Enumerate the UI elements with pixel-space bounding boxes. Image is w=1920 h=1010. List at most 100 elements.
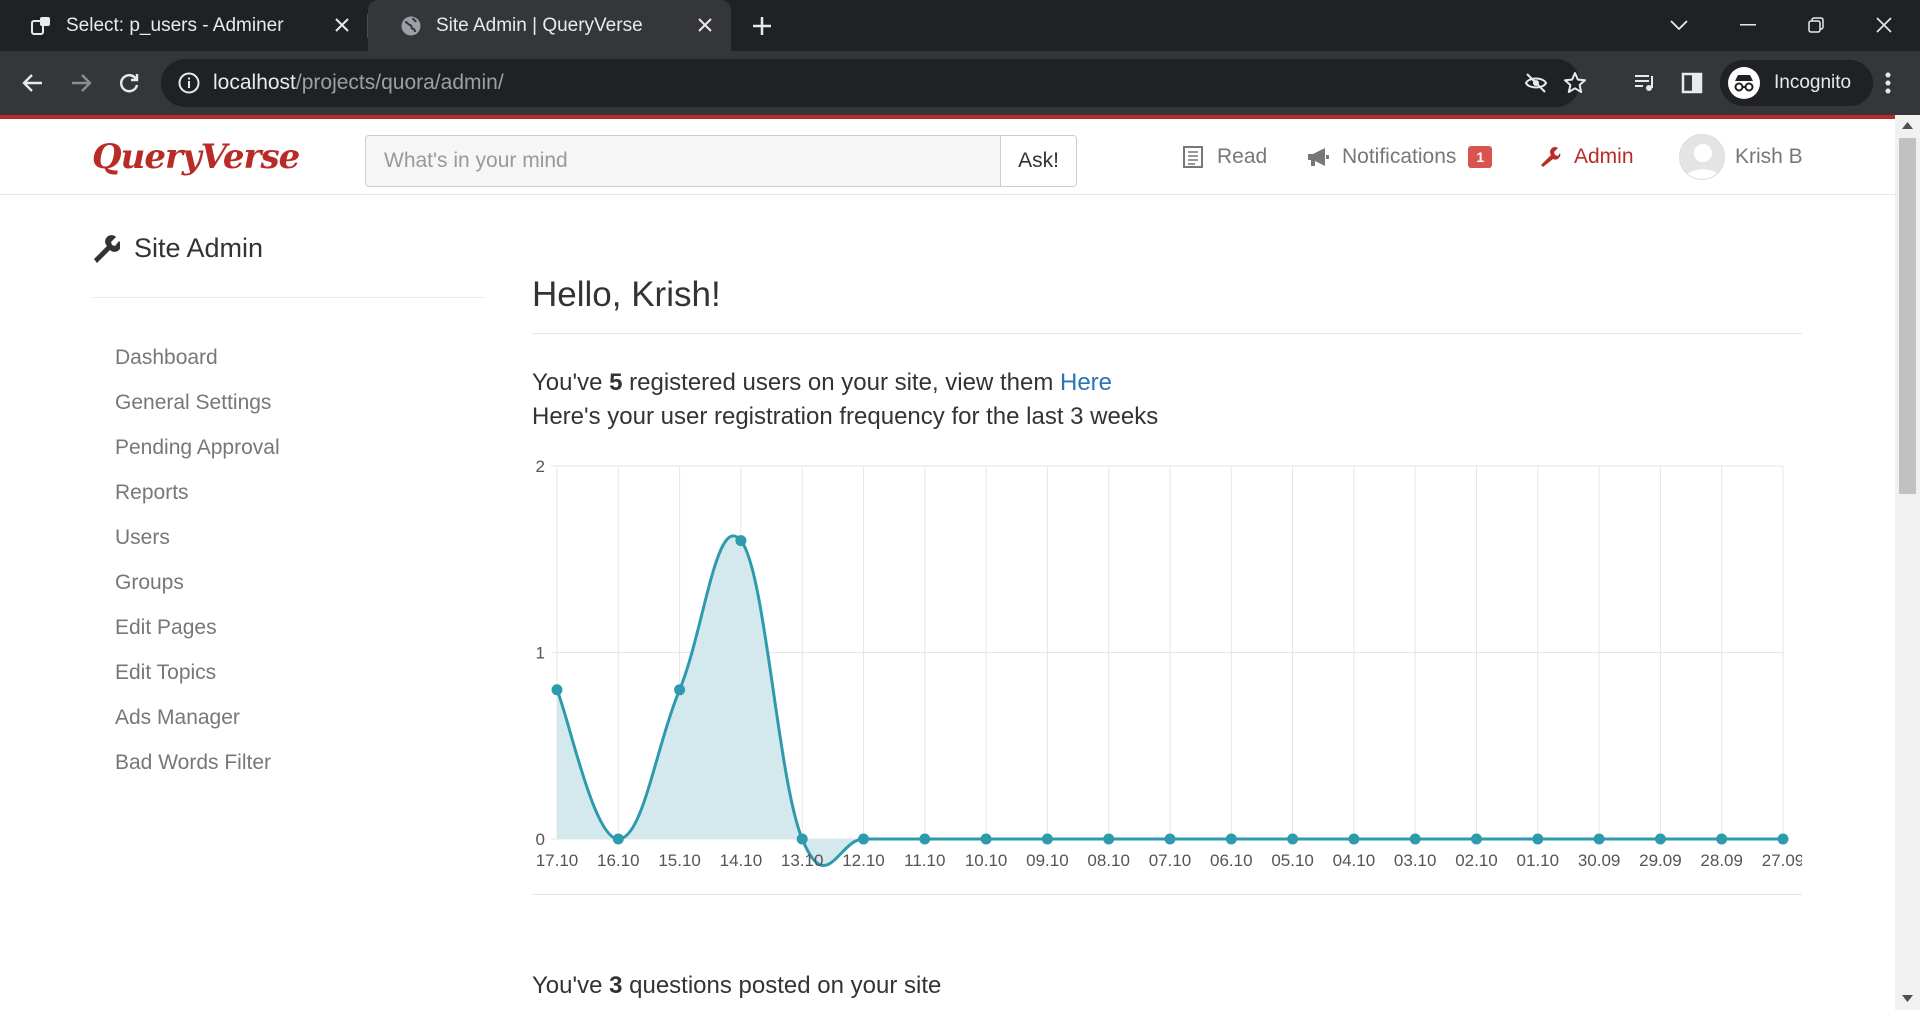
wrench-icon	[1538, 145, 1562, 169]
x-tick-label: 02.10	[1455, 851, 1498, 870]
nav-notifications[interactable]: Notifications 1	[1306, 119, 1493, 195]
questions-count: 3	[609, 972, 623, 999]
close-tab-icon[interactable]	[693, 13, 717, 37]
nav-read-label: Read	[1217, 145, 1268, 168]
menu-groups[interactable]: Groups	[115, 560, 280, 605]
data-point	[1654, 833, 1666, 845]
minimize-icon[interactable]	[1730, 10, 1766, 40]
close-tab-icon[interactable]	[330, 13, 354, 37]
tab-title: Select: p_users - Adminer	[66, 14, 284, 36]
x-tick-label: 06.10	[1210, 851, 1253, 870]
registration-frequency-caption: Here's your user registration frequency …	[532, 403, 1159, 430]
dashboard-main: Hello, Krish! You've 5 registered users …	[532, 275, 1802, 895]
x-tick-label: 16.10	[597, 851, 640, 870]
side-panel-icon[interactable]	[1676, 67, 1708, 99]
divider	[532, 333, 1802, 334]
scroll-up-icon[interactable]	[1901, 119, 1914, 132]
url-text: localhost/projects/quora/admin/	[213, 59, 504, 107]
x-tick-label: 29.09	[1639, 851, 1682, 870]
notification-count-badge: 1	[1468, 146, 1493, 168]
nav-user-menu[interactable]: Krish B	[1679, 119, 1803, 195]
incognito-profile-button[interactable]: Incognito	[1720, 60, 1874, 106]
data-point	[1287, 833, 1299, 845]
more-menu-icon[interactable]	[1872, 67, 1904, 99]
forward-icon[interactable]	[65, 67, 97, 99]
nav-admin-label: Admin	[1574, 145, 1634, 168]
data-point	[551, 684, 563, 696]
data-point	[919, 833, 931, 845]
y-tick-label: 0	[536, 830, 545, 849]
menu-ads-manager[interactable]: Ads Manager	[115, 695, 280, 740]
data-point	[1164, 833, 1176, 845]
tab-site-admin[interactable]: Site Admin | QueryVerse	[368, 0, 731, 51]
menu-edit-topics[interactable]: Edit Topics	[115, 650, 280, 695]
x-tick-label: 10.10	[965, 851, 1008, 870]
x-tick-label: 14.10	[720, 851, 763, 870]
x-tick-label: 01.10	[1517, 851, 1560, 870]
x-tick-label: 09.10	[1026, 851, 1069, 870]
site-logo[interactable]: QueryVerse	[92, 137, 300, 177]
page-scrollbar[interactable]	[1895, 115, 1920, 1010]
questions-prefix: You've	[532, 972, 610, 999]
sidebar-title-text: Site Admin	[134, 233, 264, 263]
menu-general-settings[interactable]: General Settings	[115, 380, 280, 425]
menu-bad-words-filter[interactable]: Bad Words Filter	[115, 740, 280, 785]
address-bar[interactable]: localhost/projects/quora/admin/	[161, 59, 1586, 107]
scrollbar-thumb[interactable]	[1899, 138, 1916, 494]
data-point	[1471, 833, 1482, 845]
menu-dashboard[interactable]: Dashboard	[115, 335, 280, 380]
data-point	[674, 684, 686, 696]
user-name: Krish B	[1735, 145, 1803, 168]
menu-edit-pages[interactable]: Edit Pages	[115, 605, 280, 650]
globe-icon	[400, 15, 422, 37]
eye-off-icon[interactable]	[1524, 71, 1548, 95]
data-point	[796, 833, 808, 845]
browser-toolbar: localhost/projects/quora/admin/ Incognit…	[0, 51, 1920, 115]
new-tab-icon[interactable]	[748, 12, 776, 40]
sidebar-title: Site Admin	[92, 233, 263, 264]
x-tick-label: 08.10	[1087, 851, 1130, 870]
ask-button[interactable]: Ask!	[1000, 136, 1076, 186]
view-users-link[interactable]: Here	[1060, 369, 1112, 396]
nav-read[interactable]: Read	[1181, 119, 1267, 195]
nav-admin[interactable]: Admin	[1538, 119, 1634, 195]
sidebar-divider	[92, 297, 486, 298]
data-point	[858, 833, 869, 845]
restore-icon[interactable]	[1798, 10, 1834, 40]
divider	[532, 894, 1802, 895]
x-tick-label: 11.10	[904, 851, 945, 870]
nav-notifications-label: Notifications	[1342, 145, 1457, 168]
menu-reports[interactable]: Reports	[115, 470, 280, 515]
scroll-down-icon[interactable]	[1901, 992, 1914, 1005]
data-point	[735, 535, 747, 547]
site-navbar: QueryVerse Ask! Read Notifications 1 Adm…	[0, 119, 1895, 195]
close-window-icon[interactable]	[1866, 10, 1902, 40]
tab-search-icon[interactable]	[1661, 10, 1697, 40]
x-tick-label: 28.09	[1700, 851, 1743, 870]
tab-title: Site Admin | QueryVerse	[436, 14, 643, 36]
incognito-icon	[1728, 67, 1760, 99]
tab-adminer[interactable]: Select: p_users - Adminer	[0, 0, 368, 51]
data-point	[1041, 833, 1053, 845]
x-tick-label: 15.10	[658, 851, 701, 870]
y-tick-label: 2	[536, 457, 545, 476]
megaphone-icon	[1306, 145, 1330, 169]
x-tick-label: 30.09	[1578, 851, 1621, 870]
data-point	[1593, 833, 1605, 845]
data-point	[980, 833, 992, 845]
site-info-icon[interactable]	[177, 71, 201, 95]
media-queue-icon[interactable]	[1629, 67, 1661, 99]
menu-pending-approval[interactable]: Pending Approval	[115, 425, 280, 470]
question-search-input[interactable]	[366, 136, 1000, 186]
users-prefix: You've	[532, 369, 610, 396]
users-summary: You've 5 registered users on your site, …	[532, 366, 1802, 400]
list-icon	[1181, 145, 1205, 169]
menu-users[interactable]: Users	[115, 515, 280, 560]
web-page: QueryVerse Ask! Read Notifications 1 Adm…	[0, 115, 1920, 1010]
y-tick-label: 1	[536, 644, 545, 663]
reload-icon[interactable]	[113, 67, 145, 99]
browser-tab-strip: Select: p_users - Adminer Site Admin | Q…	[0, 0, 1920, 51]
data-point	[612, 833, 624, 845]
back-icon[interactable]	[17, 67, 49, 99]
star-icon[interactable]	[1563, 71, 1587, 95]
